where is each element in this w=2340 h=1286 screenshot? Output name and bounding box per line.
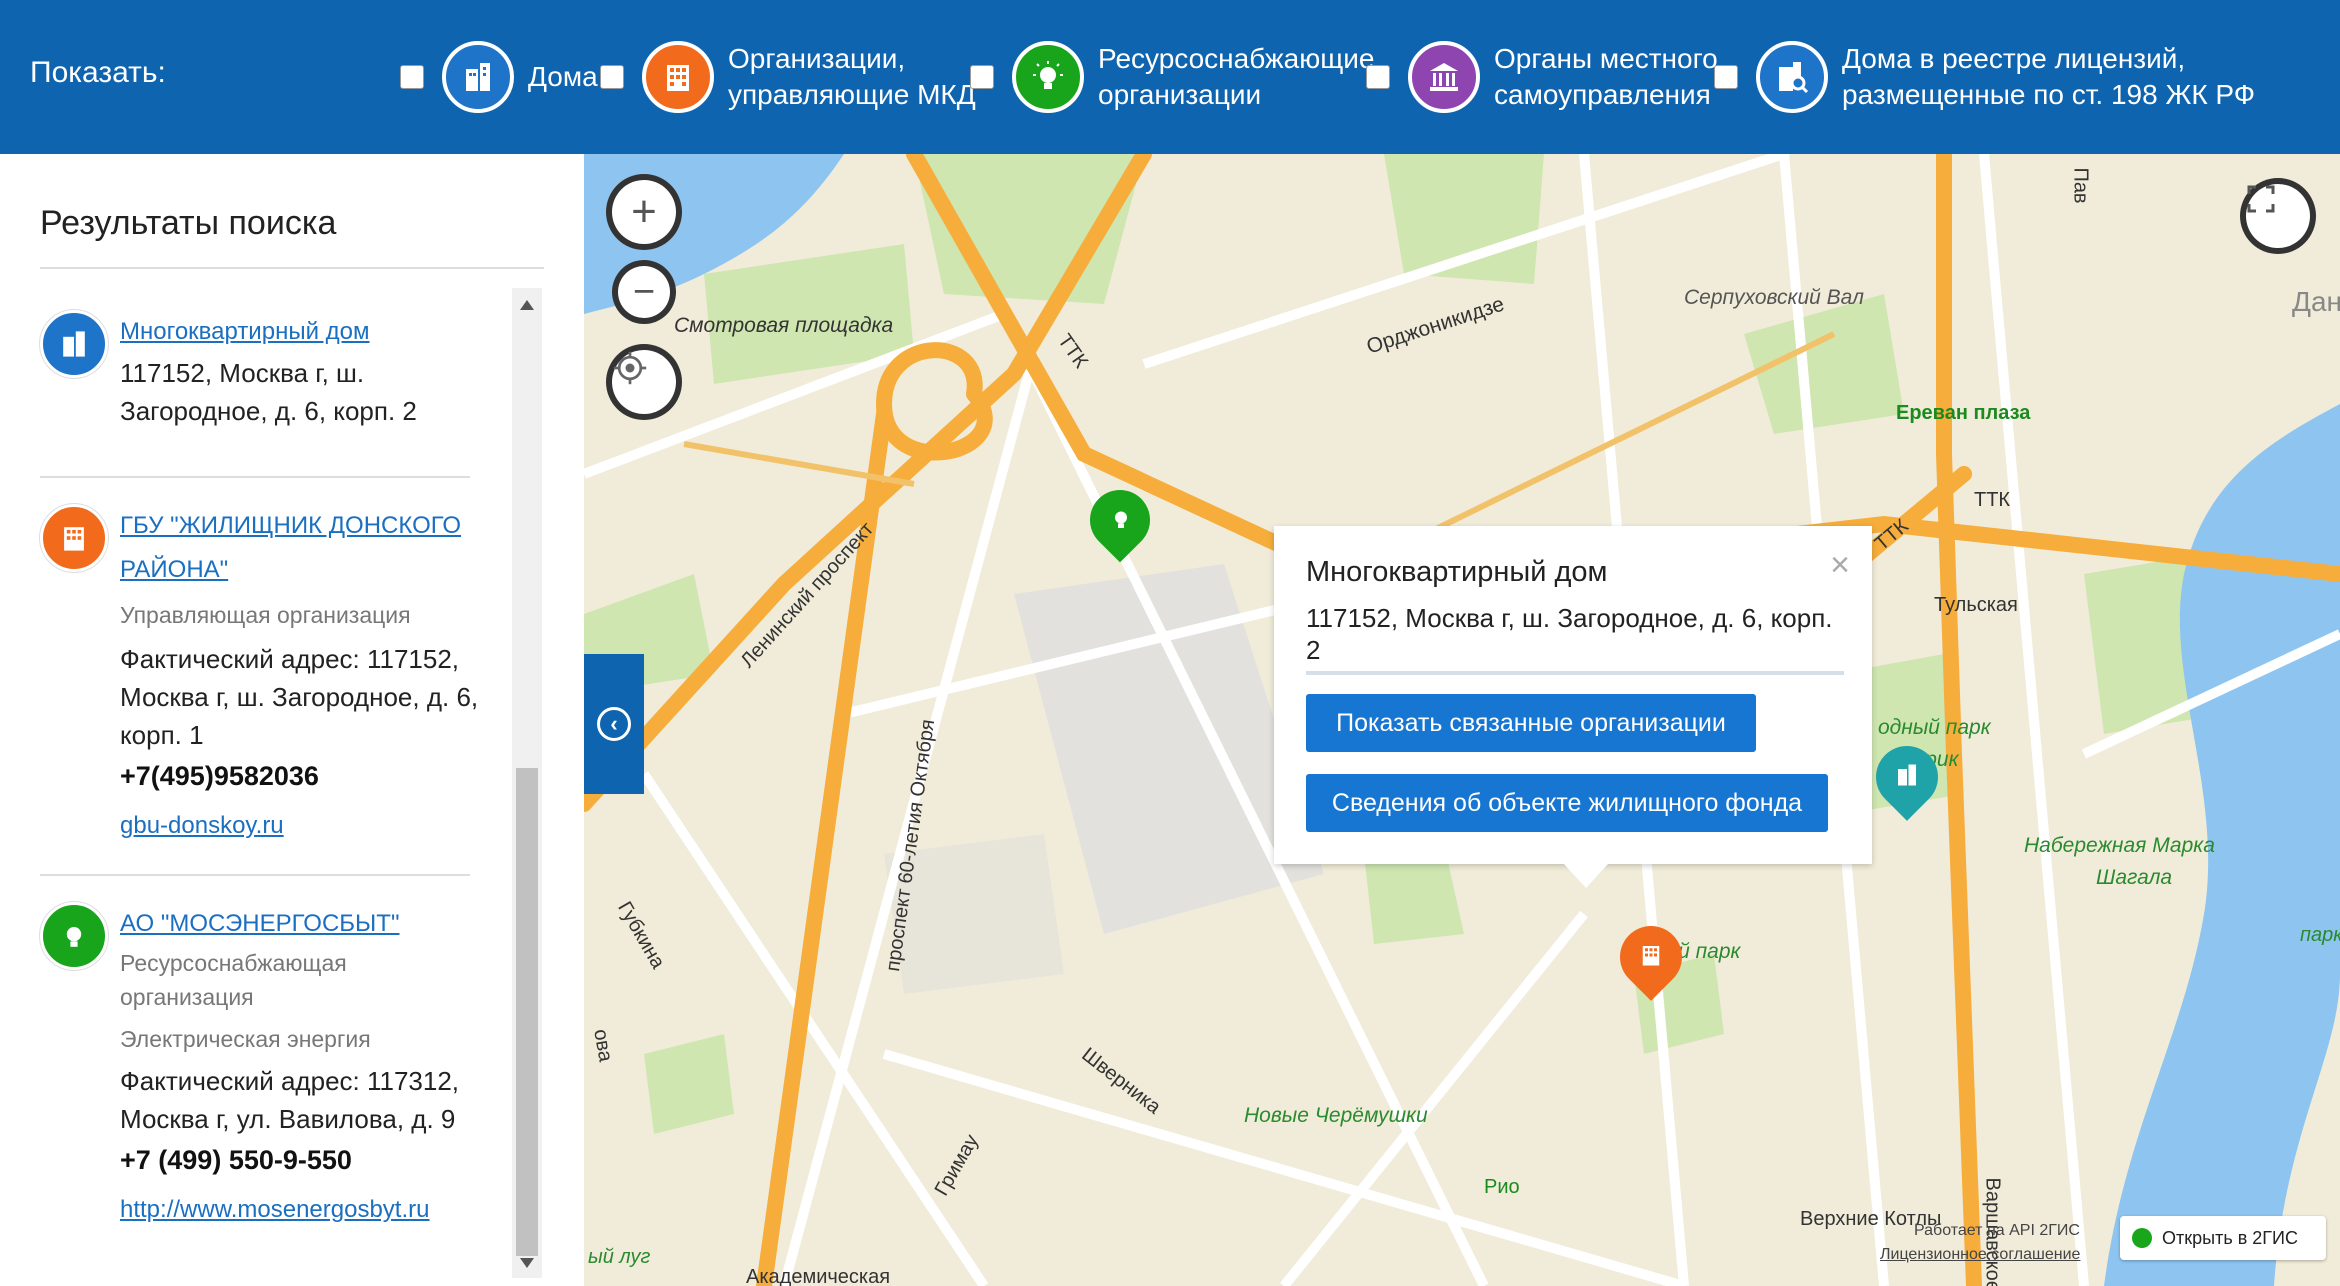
locate-me-button[interactable]: [612, 350, 676, 414]
lightbulb-icon: [40, 902, 108, 970]
2gis-pin-icon: [2132, 1228, 2152, 1248]
minus-icon: −: [632, 270, 656, 313]
result-resource-org-site-link[interactable]: http://www.mosenergosbyt.ru: [120, 1188, 480, 1232]
plus-icon: +: [631, 187, 657, 236]
map-label: парк: [2300, 924, 2340, 946]
map-label: Рио: [1484, 1176, 1520, 1198]
fullscreen-icon: [2247, 185, 2275, 213]
map-view[interactable]: Смотровая площадка ТТК Орджоникидзе Серп…: [584, 154, 2340, 1286]
fullscreen-button[interactable]: [2246, 184, 2310, 248]
result-resource-org-type: Ресурсоснабжающая организация: [120, 950, 347, 1010]
sidebar-title: Результаты поиска: [40, 204, 337, 242]
filter-management-orgs-label: Организации, управляющие МКД: [728, 43, 976, 110]
filter-license-registry-label: Дома в реестре лицензий, размещенные по …: [1842, 43, 2256, 110]
show-label: Показать:: [30, 56, 166, 89]
zoom-out-button[interactable]: −: [618, 266, 670, 318]
lightbulb-icon: [1012, 41, 1084, 113]
popup-divider: [1306, 671, 1844, 675]
map-label: Ереван плаза: [1896, 402, 2031, 424]
filter-local-government[interactable]: Органы местного самоуправления: [1366, 0, 1718, 154]
office-building-icon: [642, 41, 714, 113]
filter-houses-label: Дома: [528, 61, 598, 92]
result-management-org-link[interactable]: ГБУ "ЖИЛИЩНИК ДОНСКОГО РАЙОНА": [120, 504, 480, 592]
map-label: Набережная Марка: [2024, 834, 2215, 857]
locate-icon: [613, 351, 647, 385]
government-building-icon: [1408, 41, 1480, 113]
search-results-sidebar: Результаты поиска Многоквартирный дом 11…: [0, 154, 584, 1286]
filter-license-registry-checkbox[interactable]: [1714, 65, 1738, 89]
map-popup: × Многоквартирный дом 117152, Москва г, …: [1274, 526, 1872, 888]
filter-resource-orgs-label: Ресурсоснабжающие организации: [1098, 43, 1375, 110]
api-attribution: Работает на API 2ГИС: [1914, 1222, 2080, 1239]
show-related-orgs-button[interactable]: Показать связанные организации: [1306, 694, 1756, 752]
result-management-org-phone: +7(495)9582036: [120, 761, 319, 791]
scrollbar-thumb[interactable]: [516, 768, 538, 1256]
popup-address: 117152, Москва г, ш. Загородное, д. 6, к…: [1306, 603, 1833, 665]
map-label: Смотровая площадка: [674, 314, 894, 337]
license-link[interactable]: Лицензионное соглашение: [1880, 1246, 2080, 1264]
result-management-org-type: Управляющая организация: [120, 602, 411, 628]
map-label: одный парк: [1878, 716, 1991, 739]
result-divider: [40, 874, 470, 876]
housing-object-info-button[interactable]: Сведения об объекте жилищного фонда: [1306, 774, 1828, 832]
scroll-down-arrow-icon[interactable]: [520, 1258, 534, 1268]
close-icon[interactable]: ×: [1830, 546, 1850, 585]
map-label: ТТК: [1974, 489, 2011, 511]
filter-local-government-checkbox[interactable]: [1366, 65, 1390, 89]
filter-local-government-label: Органы местного самоуправления: [1494, 43, 1718, 110]
result-management-org-site-link[interactable]: gbu-donskoy.ru: [120, 804, 480, 848]
result-management-org-address: Фактический адрес: 117152, Москва г, ш. …: [120, 644, 479, 750]
office-building-icon: [40, 504, 108, 572]
sidebar-scrollbar[interactable]: [512, 288, 542, 1278]
result-resource-org-link[interactable]: АО "МОСЭНЕРГОСБЫТ": [120, 902, 480, 946]
filter-houses[interactable]: Дома: [400, 0, 598, 154]
scroll-up-arrow-icon[interactable]: [520, 300, 534, 310]
result-resource-org-address: Фактический адрес: 117312, Москва г, ул.…: [120, 1066, 460, 1134]
top-filter-bar: Показать: Дома Организации, управляющие …: [0, 0, 2340, 154]
collapse-sidebar-button[interactable]: ‹: [584, 654, 644, 794]
chevron-left-icon: ‹: [597, 707, 631, 741]
map-label: Академическая: [746, 1266, 891, 1286]
map-label: Тульская: [1934, 594, 2018, 616]
result-resource-org-resource: Электрическая энергия: [120, 1026, 371, 1052]
map-label: Серпуховский Вал: [1684, 286, 1864, 309]
result-house-link[interactable]: Многоквартирный дом: [120, 310, 480, 354]
filter-resource-orgs-checkbox[interactable]: [970, 65, 994, 89]
open-in-2gis-label: Открыть в 2ГИС: [2162, 1227, 2298, 1248]
result-divider: [40, 476, 470, 478]
filter-license-registry[interactable]: Дома в реестре лицензий, размещенные по …: [1714, 0, 2255, 154]
filter-resource-orgs[interactable]: Ресурсоснабжающие организации: [970, 0, 1374, 154]
map-label: Пав: [2069, 167, 2092, 204]
map-label: Шагала: [2096, 866, 2173, 889]
filter-management-orgs-checkbox[interactable]: [600, 65, 624, 89]
map-label: Новые Черёмушки: [1244, 1104, 1428, 1127]
building-icon: [40, 310, 108, 378]
map-label: ый луг: [588, 1246, 651, 1268]
filter-houses-checkbox[interactable]: [400, 65, 424, 89]
zoom-in-button[interactable]: +: [612, 180, 676, 244]
result-house-address: 117152, Москва г, ш. Загородное, д. 6, к…: [120, 358, 417, 426]
popup-title: Многоквартирный дом: [1306, 556, 1608, 588]
sidebar-divider: [40, 267, 544, 269]
open-in-2gis-button[interactable]: Открыть в 2ГИС: [2120, 1216, 2326, 1260]
map-label: Дан: [2292, 286, 2340, 317]
building-icon: [442, 41, 514, 113]
result-resource-org-phone: +7 (499) 550-9-550: [120, 1145, 352, 1175]
filter-management-orgs[interactable]: Организации, управляющие МКД: [600, 0, 976, 154]
building-search-icon: [1756, 41, 1828, 113]
